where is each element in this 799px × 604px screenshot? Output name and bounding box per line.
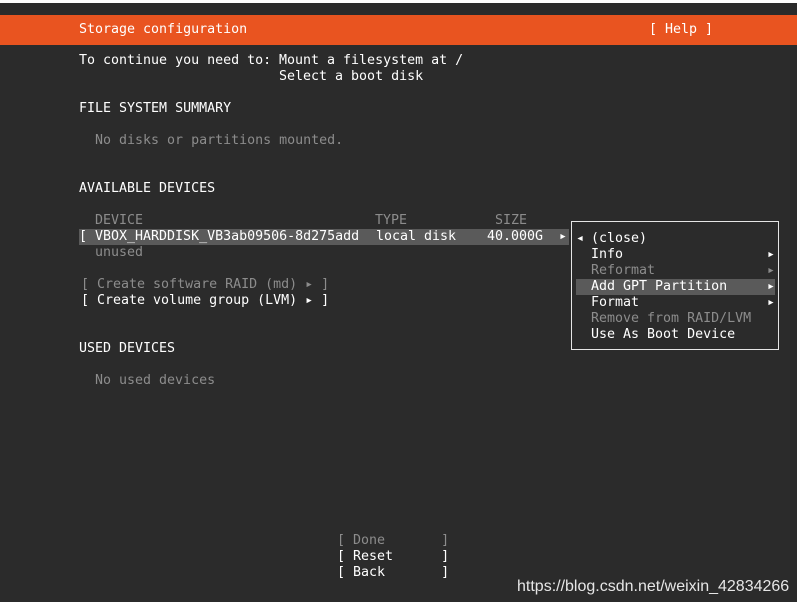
title-bar: Storage configuration [ Help ] xyxy=(0,15,797,45)
reset-button[interactable]: [ Reset ] xyxy=(337,549,449,565)
chevron-right-icon: ▸ xyxy=(767,295,776,310)
back-button[interactable]: [ Back ] xyxy=(337,565,449,581)
fs-summary-heading: FILE SYSTEM SUMMARY xyxy=(79,101,232,116)
prompt-lead: To continue you need to: xyxy=(79,53,272,68)
done-button[interactable]: [ Done ] xyxy=(337,533,449,549)
column-device: DEVICE xyxy=(95,213,144,228)
menu-item-label: Info xyxy=(591,247,624,262)
device-name: VBOX_HARDDISK_VB3ab09506-8d275add xyxy=(95,229,360,244)
column-type: TYPE xyxy=(375,213,408,228)
menu-item-label: Reformat xyxy=(591,263,656,278)
chevron-left-icon: ◂ xyxy=(576,231,585,246)
menu-item-use-as-boot-device[interactable]: Use As Boot Device xyxy=(576,327,775,375)
create-lvm-button[interactable]: [ Create volume group (LVM) ▸ ] xyxy=(81,293,329,309)
fs-summary-empty-text: No disks or partitions mounted. xyxy=(95,133,344,148)
used-devices-empty-text: No used devices xyxy=(95,373,216,388)
menu-item-label: Add GPT Partition xyxy=(591,279,728,294)
menu-item-label: Format xyxy=(591,295,640,310)
chevron-right-icon: ▸ xyxy=(767,247,776,262)
installer-screen: Storage configuration [ Help ] To contin… xyxy=(0,3,797,602)
menu-item-label: Use As Boot Device xyxy=(591,327,736,342)
menu-item-add-gpt-partition[interactable]: Add GPT Partition ▸ xyxy=(576,279,775,295)
prompt-requirement-boot: Select a boot disk xyxy=(279,69,424,84)
device-row-bracket: [ xyxy=(79,229,88,244)
page-title: Storage configuration xyxy=(79,22,248,37)
device-size: 40.000G xyxy=(487,229,544,244)
device-row[interactable]: [ VBOX_HARDDISK_VB3ab09506-8d275add loca… xyxy=(79,229,569,245)
menu-item-label: Remove from RAID/LVM xyxy=(591,311,752,326)
prompt-requirement-mount: Mount a filesystem at / xyxy=(279,53,464,68)
chevron-right-icon: ▸ xyxy=(559,229,568,244)
create-raid-button[interactable]: [ Create software RAID (md) ▸ ] xyxy=(81,277,329,293)
available-devices-heading: AVAILABLE DEVICES xyxy=(79,181,216,196)
column-size: SIZE xyxy=(495,213,528,228)
help-button[interactable]: [ Help ] xyxy=(649,22,713,38)
used-devices-heading: USED DEVICES xyxy=(79,341,176,356)
watermark-text: https://blog.csdn.net/weixin_42834266 xyxy=(517,578,790,595)
chevron-right-icon: ▸ xyxy=(767,263,776,278)
device-status: unused xyxy=(95,245,144,260)
chevron-right-icon: ▸ xyxy=(767,279,776,294)
device-action-menu: ◂ (close) Info ▸ Reformat ▸ Add GPT Part… xyxy=(571,221,779,350)
device-type: local disk xyxy=(376,229,457,244)
menu-item-close[interactable]: (close) xyxy=(591,231,647,247)
